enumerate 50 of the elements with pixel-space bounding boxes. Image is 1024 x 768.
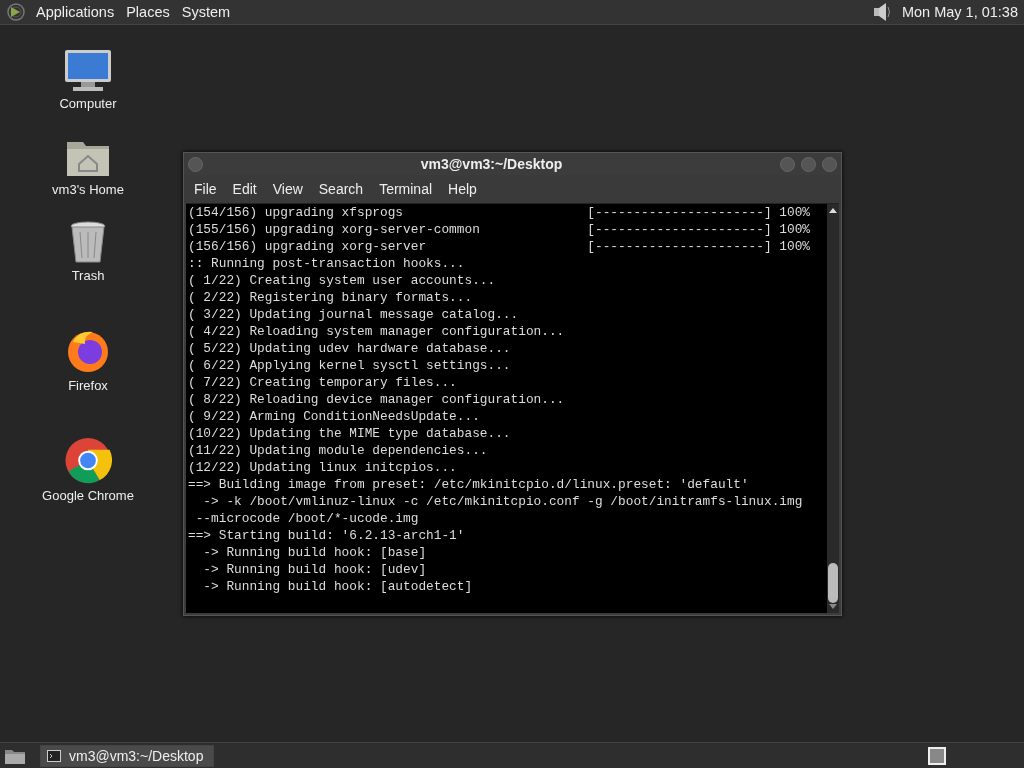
terminal-line: ( 3/22) Updating journal message catalog... [188, 306, 520, 323]
terminal-line: --microcode /boot/*-ucode.img [194, 510, 420, 527]
menu-item[interactable]: Terminal [371, 181, 441, 197]
menu-item[interactable]: Help [440, 181, 485, 197]
menu-logo-icon[interactable] [6, 2, 26, 22]
terminal-line: ==> Starting build: '6.2.13-arch1-1' [188, 527, 466, 544]
desktop-icon-label[interactable]: Google Chrome [42, 488, 134, 503]
terminal-line: (155/156) upgrading xorg-server-common [----------------------] 100% [188, 221, 812, 238]
terminal-line: ( 8/22) Reloading device manager configuration... [188, 391, 566, 408]
terminal-line: ( 2/22) Registering binary formats... [188, 289, 474, 306]
panel-menu[interactable]: Applications [32, 4, 123, 20]
desktop-icon-label[interactable]: Trash [71, 268, 105, 283]
workspace-switcher[interactable] [928, 746, 946, 765]
terminal-line: ( 1/22) Creating system user accounts... [188, 272, 497, 289]
scrollbar[interactable] [827, 204, 839, 613]
terminal-line: -> -k /boot/vmlinuz-linux -c /etc/mkinitcpio.conf -g /boot/initramfs-linux.img [202, 493, 804, 510]
terminal-line: -> Running build hook: [base] [202, 544, 428, 561]
terminal-line: -> Running build hook: [autodetect] [202, 578, 474, 595]
menu-item[interactable]: View [264, 181, 311, 197]
scroll-thumb[interactable] [828, 563, 838, 603]
terminal-line: ( 6/22) Applying kernel sysctl settings... [188, 357, 512, 374]
desktop-icon-label[interactable]: Firefox [68, 378, 108, 393]
terminal-line: (156/156) upgrading xorg-server [----------------------] 100% [188, 238, 812, 255]
terminal-line: ==> Building image from preset: /etc/mkinitcpio.d/linux.preset: 'default' [188, 476, 750, 493]
trash-icon[interactable] [68, 220, 108, 264]
clock[interactable]: Mon May 1, 01:38 [901, 4, 1018, 20]
terminal-line: (154/156) upgrading xfsprogs [----------------------] 100% [188, 204, 812, 221]
terminal-line: (10/22) Updating the MIME type database... [188, 425, 512, 442]
terminal-line: -> Running build hook: [udev] [202, 561, 428, 578]
terminal-line: ( 9/22) Arming ConditionNeedsUpdate... [188, 408, 481, 425]
terminal-line: (11/22) Updating module dependencies... [188, 442, 489, 459]
terminal-line: (12/22) Updating linux initcpios... [188, 459, 458, 476]
panel-menu[interactable]: System [177, 4, 239, 20]
browser-icon[interactable] [64, 437, 112, 484]
window-title: vm3@vm3:~/Desktop [419, 156, 564, 172]
terminal-line: :: Running post-transaction hooks... [188, 255, 466, 272]
desktop-icon-label[interactable]: Computer [59, 96, 117, 111]
taskbar-button[interactable]: vm3@vm3:~/Desktop [40, 744, 215, 767]
computer-icon[interactable] [63, 48, 113, 92]
menu-item[interactable]: Edit [224, 181, 265, 197]
panel-menu[interactable]: Places [122, 4, 178, 20]
volume-icon[interactable] [871, 1, 892, 23]
menu-item[interactable]: Search [310, 181, 372, 197]
terminal-line: ( 5/22) Updating udev hardware database... [188, 340, 512, 357]
menu-item[interactable]: File [186, 181, 225, 197]
terminal-line: ( 7/22) Creating temporary files... [188, 374, 458, 391]
desktop-icon-label[interactable]: vm3's Home [52, 182, 124, 197]
scroll-up-icon[interactable] [828, 206, 838, 214]
terminal-line: ( 4/22) Reloading system manager configuration... [188, 323, 566, 340]
terminal-icon [47, 749, 61, 762]
